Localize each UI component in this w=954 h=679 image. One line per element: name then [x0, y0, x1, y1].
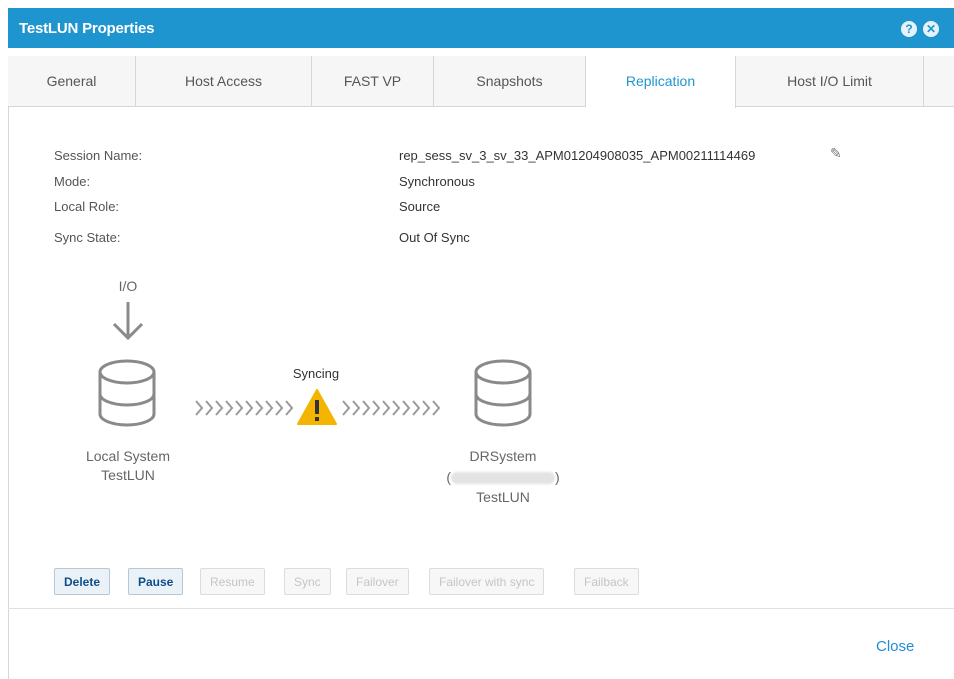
- sync-status-label: Syncing: [292, 366, 340, 381]
- resume-button[interactable]: Resume: [200, 568, 265, 595]
- dialog-titlebar: TestLUN Properties ? ✕: [8, 8, 954, 48]
- failover-button[interactable]: Failover: [346, 568, 409, 595]
- remote-address: (): [446, 469, 560, 485]
- session-name-value: rep_sess_sv_3_sv_33_APM01204908035_APM00…: [399, 148, 756, 163]
- local-system-label: Local System: [85, 448, 171, 464]
- sync-state-label: Sync State:: [54, 230, 121, 245]
- footer-divider: [8, 608, 954, 609]
- mode-label: Mode:: [54, 174, 91, 189]
- failback-button[interactable]: Failback: [574, 568, 639, 595]
- tab-host-io-limit[interactable]: Host I/O Limit: [736, 56, 924, 106]
- remote-database-icon: [474, 359, 532, 427]
- local-database-icon: [98, 359, 156, 427]
- sync-arrows-right-icon: [342, 400, 441, 416]
- dialog-title: TestLUN Properties: [19, 20, 155, 37]
- local-role-value: Source: [399, 199, 441, 214]
- tab-fast-vp[interactable]: FAST VP: [312, 56, 434, 106]
- edit-pencil-icon[interactable]: ✎: [830, 145, 842, 162]
- warning-icon: [297, 389, 337, 425]
- local-role-label: Local Role:: [54, 199, 120, 214]
- local-lun-label: TestLUN: [101, 467, 155, 483]
- properties-dialog: TestLUN Properties ? ✕ General Host Acce…: [0, 0, 954, 679]
- session-name-label: Session Name:: [54, 148, 143, 163]
- mode-value: Synchronous: [399, 174, 475, 189]
- tab-general[interactable]: General: [8, 56, 136, 106]
- dialog-left-border: [8, 106, 9, 679]
- redacted-address: [451, 472, 555, 485]
- sync-button[interactable]: Sync: [284, 568, 331, 595]
- io-arrow-down-icon: [112, 302, 144, 341]
- sync-state-value: Out Of Sync: [399, 230, 470, 245]
- tab-snapshots[interactable]: Snapshots: [434, 56, 586, 106]
- remote-lun-label: TestLUN: [476, 489, 530, 505]
- delete-button[interactable]: Delete: [54, 568, 111, 595]
- close-button[interactable]: Close: [876, 638, 914, 655]
- remote-system-label: DRSystem: [469, 448, 537, 464]
- help-icon[interactable]: ?: [901, 21, 917, 37]
- sync-arrows-left-icon: [195, 400, 294, 416]
- tab-bar: General Host Access FAST VP Snapshots Re…: [8, 56, 954, 108]
- tab-replication[interactable]: Replication: [586, 56, 736, 108]
- io-label: I/O: [118, 278, 138, 294]
- close-icon[interactable]: ✕: [923, 21, 939, 37]
- failover-with-sync-button[interactable]: Failover with sync: [429, 568, 545, 595]
- tab-host-access[interactable]: Host Access: [136, 56, 312, 106]
- pause-button[interactable]: Pause: [128, 568, 184, 595]
